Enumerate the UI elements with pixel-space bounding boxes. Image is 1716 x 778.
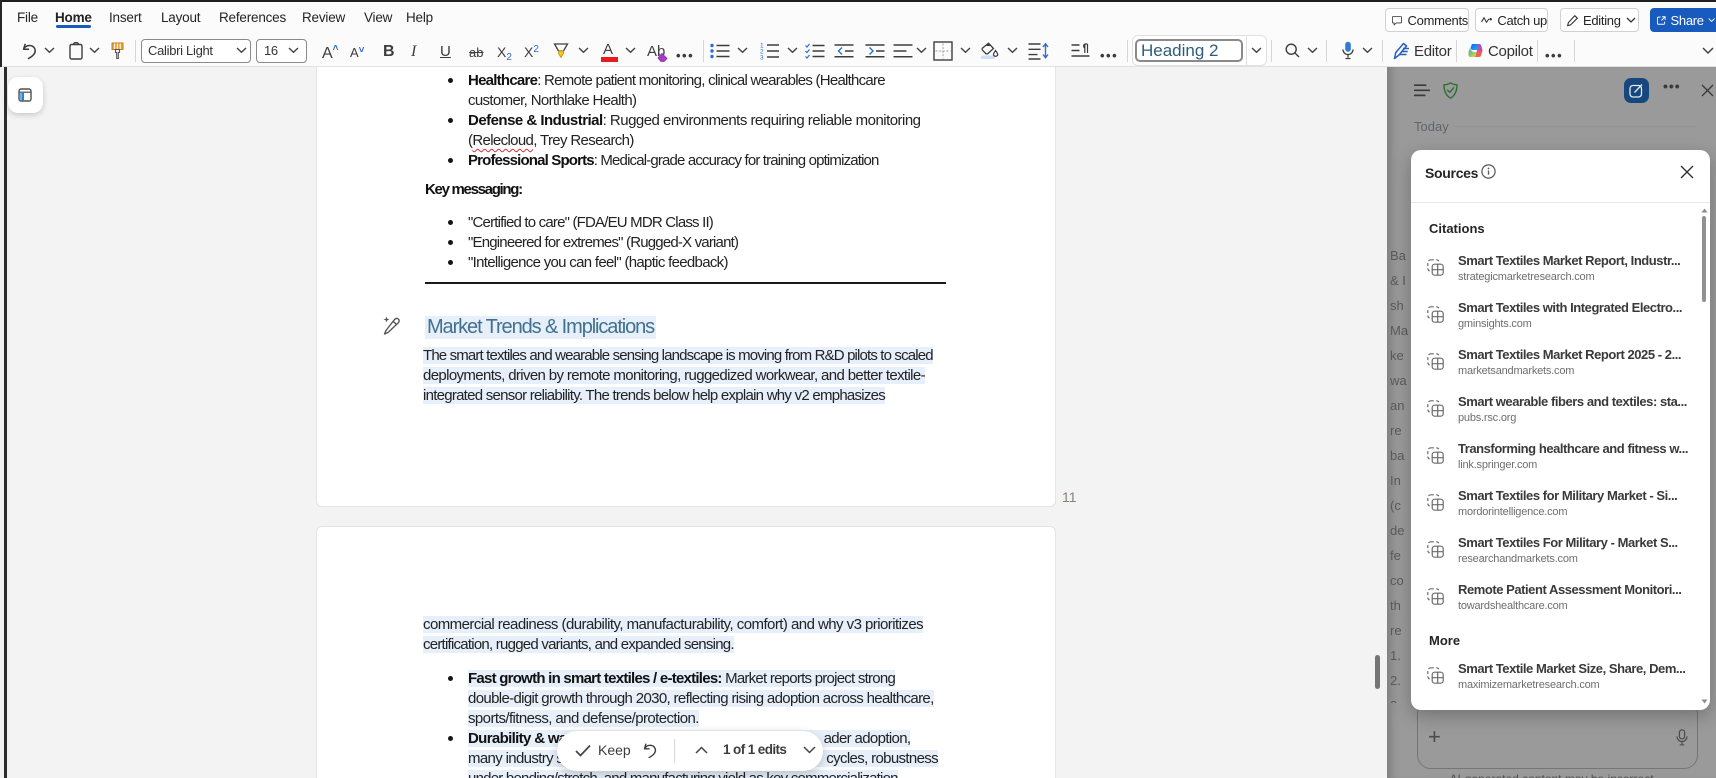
svg-text:3: 3 [760,55,764,61]
